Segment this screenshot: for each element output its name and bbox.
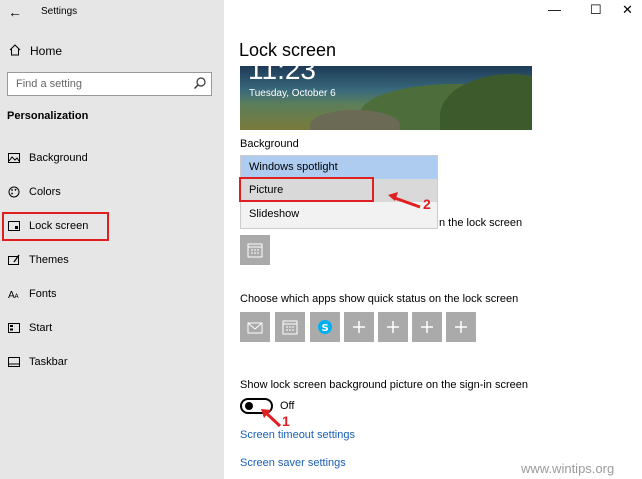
arrow-icon	[261, 409, 282, 428]
arrow-icon	[388, 192, 421, 209]
annotation-step-1: 1	[282, 413, 290, 429]
watermark: www.wintips.org	[521, 461, 615, 476]
annotation-arrows	[261, 192, 421, 428]
annotation-step-2: 2	[423, 196, 431, 212]
